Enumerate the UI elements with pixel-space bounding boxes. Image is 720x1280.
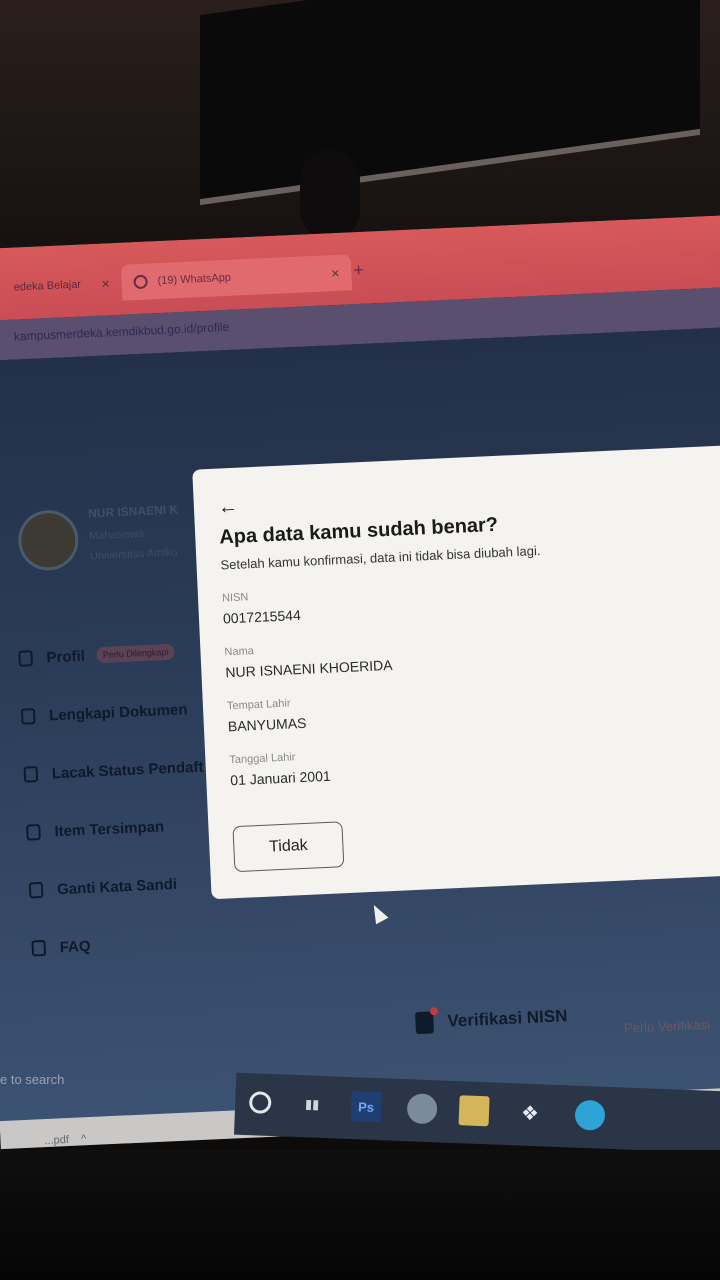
lock-icon xyxy=(28,881,44,899)
tidak-button[interactable]: Tidak xyxy=(232,821,345,873)
whatsapp-icon xyxy=(133,274,148,290)
close-icon[interactable]: × xyxy=(101,275,110,291)
sidebar-item-dokumen[interactable]: Lengkapi Dokumen xyxy=(20,679,222,746)
taskbar-search-hint[interactable]: e to search xyxy=(0,1072,64,1087)
sidebar-item-label: FAQ xyxy=(59,937,91,956)
sidebar-item-lacak-status[interactable]: Lacak Status Pendaft xyxy=(23,737,225,804)
sidebar-item-tersimpan[interactable]: Item Tersimpan xyxy=(25,795,227,862)
task-view-icon[interactable]: ▮▮ xyxy=(297,1089,328,1120)
sidebar-item-faq[interactable]: FAQ xyxy=(30,910,232,977)
sidebar-item-label: Item Tersimpan xyxy=(54,817,165,840)
tab-kampus-merdeka[interactable]: edeka Belajar × xyxy=(1,265,123,306)
bookmark-icon xyxy=(26,823,41,841)
background-object xyxy=(200,0,700,206)
tab-label: edeka Belajar xyxy=(13,278,82,294)
field-tempat-lahir: Tempat Lahir BANYUMAS xyxy=(227,675,720,734)
sidebar-item-label: Profil xyxy=(46,647,86,666)
document-alert-icon xyxy=(415,1011,435,1035)
tab-whatsapp[interactable]: (19) WhatsApp × xyxy=(120,254,353,301)
profile-university: Universitas Amiko xyxy=(89,546,178,563)
file-explorer-icon[interactable] xyxy=(458,1095,490,1127)
status-badge: Perlu Dilengkapi xyxy=(96,643,175,664)
chevron-up-icon[interactable]: ^ xyxy=(81,1133,87,1145)
sidebar-item-profil[interactable]: Profil Perlu Dilengkapi xyxy=(17,621,219,688)
background-cable xyxy=(300,150,360,240)
url-text[interactable]: kampusmerdeka.kemdikbud.go.id/profile xyxy=(14,320,230,344)
sidebar-item-label: Lengkapi Dokumen xyxy=(48,700,188,724)
sidebar-item-label: Lacak Status Pendaft xyxy=(51,757,204,782)
avatar xyxy=(16,508,80,572)
tracking-icon xyxy=(23,766,39,783)
document-icon xyxy=(20,708,36,725)
download-filename: ...pdf xyxy=(44,1133,70,1148)
monitor-screen: edeka Belajar × (19) WhatsApp × + kampus… xyxy=(0,212,720,1150)
sidebar-item-label: Ganti Kata Sandi xyxy=(56,875,178,898)
new-tab-button[interactable]: + xyxy=(353,260,364,281)
confirm-dialog: ← Apa data kamu sudah benar? Setelah kam… xyxy=(192,442,720,900)
close-icon[interactable]: × xyxy=(331,265,340,281)
field-tanggal-lahir: Tanggal Lahir 01 Januari 2001 xyxy=(229,729,720,788)
chrome-icon[interactable] xyxy=(406,1093,438,1125)
cortana-icon[interactable] xyxy=(248,1091,272,1114)
monitor-bezel xyxy=(0,1150,720,1280)
field-nisn: NISN 0017215544 xyxy=(222,567,720,626)
download-item[interactable]: ...pdf ^ xyxy=(44,1133,86,1147)
verifikasi-nisn-item[interactable]: Verifikasi NISN xyxy=(415,1005,568,1035)
profile-name: NUR ISNAENI K xyxy=(87,502,179,521)
photoshop-icon[interactable]: Ps xyxy=(350,1091,382,1123)
dropbox-icon[interactable]: ❖ xyxy=(514,1097,545,1128)
tab-label: (19) WhatsApp xyxy=(157,271,232,288)
verifikasi-status: Perlu Verifikasi xyxy=(623,1016,711,1036)
help-icon xyxy=(31,939,47,957)
user-icon xyxy=(18,650,33,667)
field-nama: Nama NUR ISNAENI KHOERIDA xyxy=(224,621,720,680)
sidebar-item-ganti-sandi[interactable]: Ganti Kata Sandi xyxy=(28,852,230,919)
verifikasi-label: Verifikasi NISN xyxy=(447,1006,568,1031)
edge-icon[interactable] xyxy=(574,1099,606,1131)
profile-role: Mahasiswa xyxy=(88,527,145,543)
